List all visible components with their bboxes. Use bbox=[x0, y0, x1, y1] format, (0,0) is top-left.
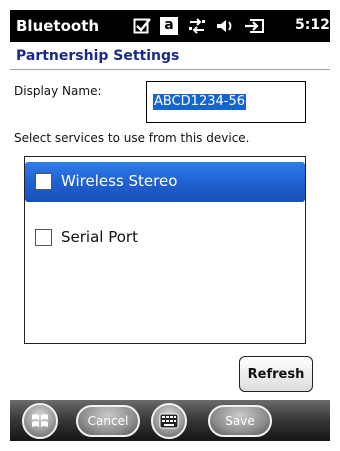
clock: 5:12 bbox=[295, 17, 330, 33]
start-button[interactable] bbox=[22, 403, 58, 439]
serial-port-checkbox[interactable] bbox=[35, 229, 52, 246]
display-name-field[interactable]: ABCD1234-56 bbox=[146, 81, 306, 123]
display-name-label: Display Name: bbox=[14, 84, 102, 98]
checkbox-icon bbox=[132, 16, 152, 36]
keyboard-button[interactable] bbox=[151, 403, 187, 439]
device-screen: Bluetooth a 5:12 Partnership Settings Di… bbox=[10, 10, 330, 441]
status-bar: Bluetooth a 5:12 bbox=[10, 10, 330, 42]
wireless-stereo-checkbox[interactable] bbox=[35, 173, 52, 190]
page-title: Partnership Settings bbox=[10, 42, 330, 70]
a-mode-label: a bbox=[160, 17, 178, 35]
app-title: Bluetooth bbox=[16, 17, 100, 35]
service-label: Wireless Stereo bbox=[61, 172, 178, 190]
keyboard-icon bbox=[159, 413, 179, 429]
a-mode-icon: a bbox=[159, 16, 179, 36]
bottom-bar: Cancel Save bbox=[10, 400, 330, 441]
services-list: Wireless Stereo Serial Port bbox=[24, 156, 306, 344]
service-item-wireless-stereo[interactable]: Wireless Stereo bbox=[25, 162, 305, 202]
services-label: Select services to use from this device. bbox=[14, 131, 250, 145]
refresh-button[interactable]: Refresh bbox=[239, 356, 313, 392]
battery-icon bbox=[242, 16, 268, 36]
windows-logo-icon bbox=[32, 414, 48, 427]
volume-icon bbox=[213, 16, 237, 36]
connectivity-icon bbox=[186, 16, 208, 36]
display-name-value: ABCD1234-56 bbox=[153, 94, 246, 110]
service-item-serial-port[interactable]: Serial Port bbox=[25, 218, 305, 258]
service-label: Serial Port bbox=[61, 228, 138, 246]
save-button[interactable]: Save bbox=[208, 405, 272, 437]
cancel-button[interactable]: Cancel bbox=[76, 405, 140, 437]
